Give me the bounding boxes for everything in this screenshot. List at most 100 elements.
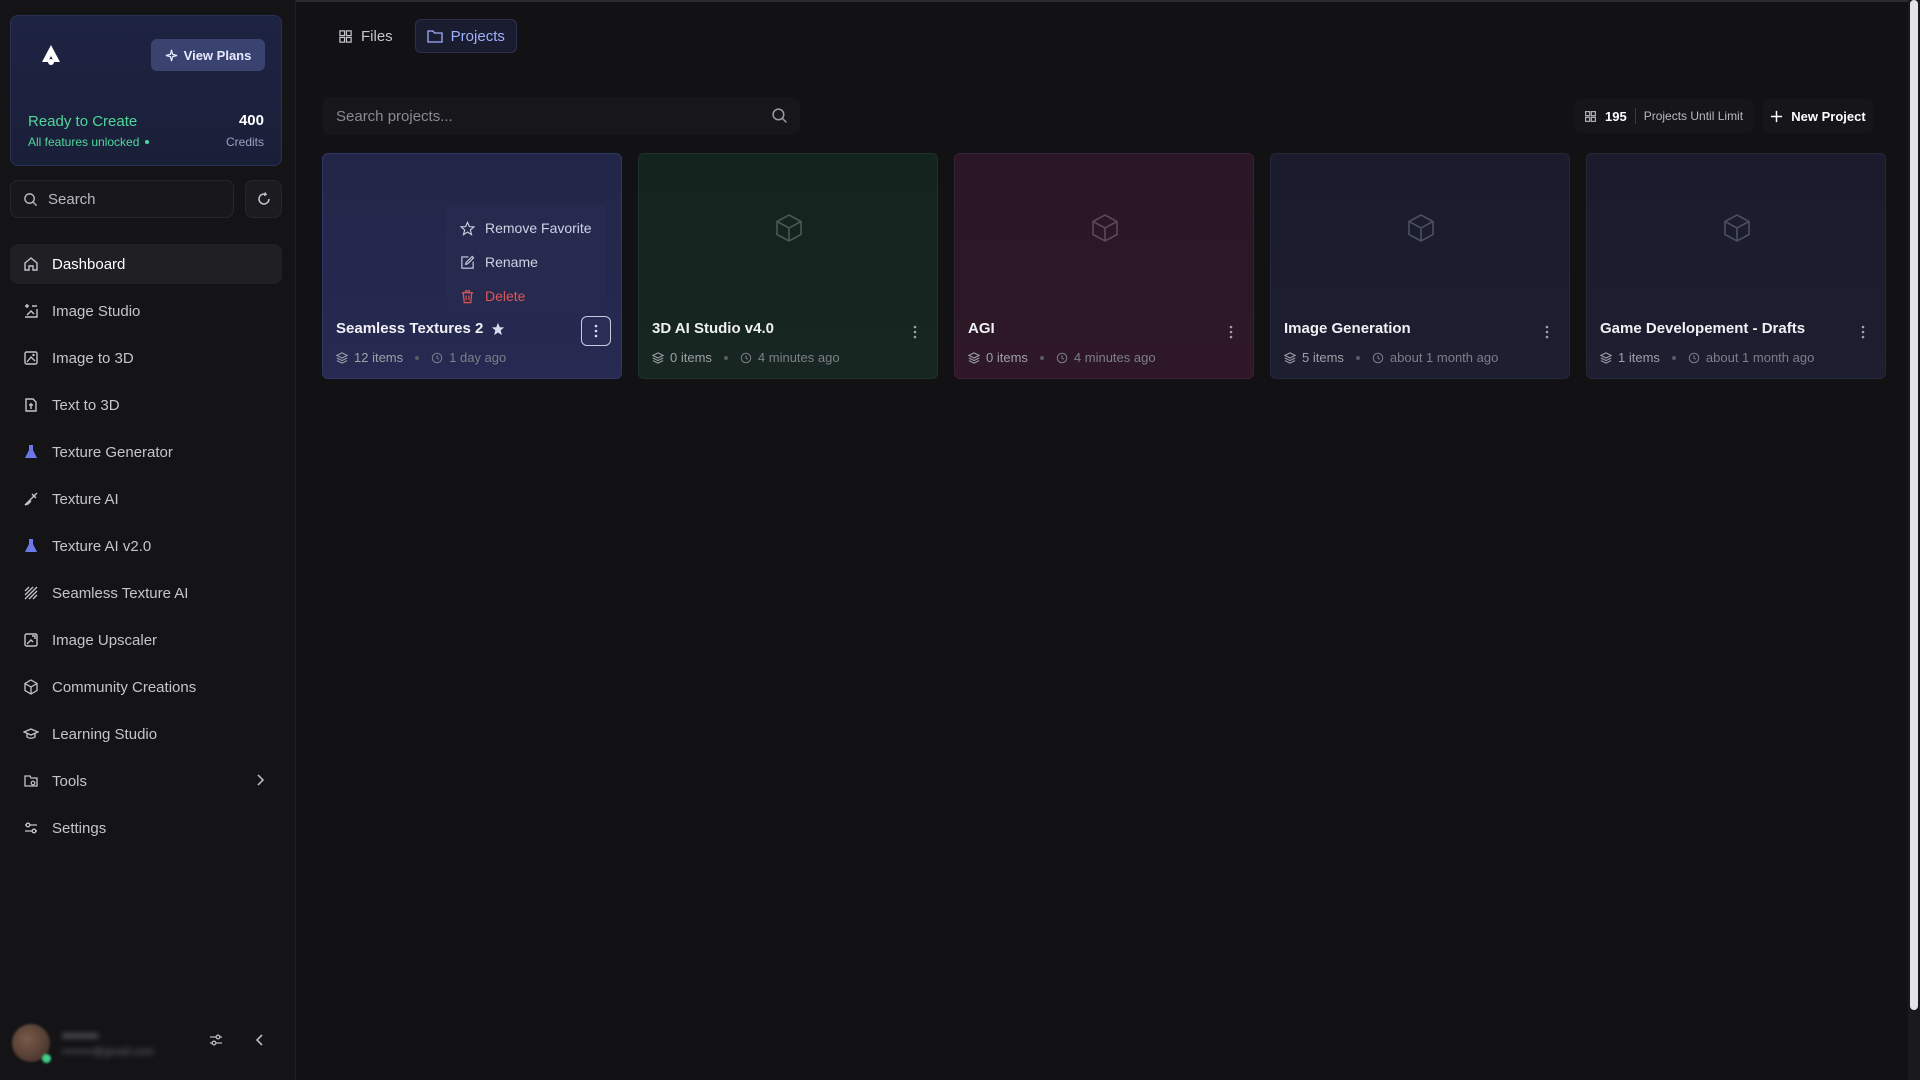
sidebar-item-community-creations[interactable]: Community Creations xyxy=(10,667,282,707)
sliders-icon[interactable] xyxy=(208,1032,224,1048)
project-menu-button[interactable] xyxy=(1533,318,1561,346)
sidebar-item-texture-ai[interactable]: Texture AI xyxy=(10,479,282,519)
sidebar-item-learning-studio[interactable]: Learning Studio xyxy=(10,714,282,754)
project-menu-button[interactable] xyxy=(1217,318,1245,346)
text-to-3d-icon xyxy=(22,396,40,414)
project-title: 3D AI Studio v4.0 xyxy=(652,320,774,337)
sidebar-item-seamless-texture-ai[interactable]: Seamless Texture AI xyxy=(10,573,282,613)
projects-search[interactable] xyxy=(322,97,800,135)
trash-icon xyxy=(461,289,474,303)
avatar[interactable] xyxy=(12,1024,51,1063)
layers-icon xyxy=(968,351,980,364)
more-vertical-icon xyxy=(913,325,917,339)
cube-icon xyxy=(1724,214,1750,242)
separator-dot xyxy=(723,355,728,360)
project-title-text: Seamless Textures 2 xyxy=(336,320,484,337)
project-limit-indicator: 195 Projects Until Limit xyxy=(1574,99,1754,133)
sidebar-item-text-to-3d[interactable]: Text to 3D xyxy=(10,385,282,425)
project-menu-button[interactable] xyxy=(581,316,611,346)
project-card[interactable]: 3D AI Studio v4.0 0 items 4 minutes ago xyxy=(638,153,938,379)
search-icon xyxy=(24,192,38,206)
layers-icon xyxy=(336,351,348,364)
clock-icon xyxy=(431,352,443,363)
credits-label: Credits xyxy=(225,135,264,149)
tab-files[interactable]: Files xyxy=(326,19,405,53)
grid-icon xyxy=(1585,110,1596,122)
sidebar-item-label: Image Upscaler xyxy=(52,631,158,649)
scrollbar-thumb[interactable] xyxy=(1910,0,1918,1010)
sidebar-item-label: Text to 3D xyxy=(52,396,120,414)
new-project-button[interactable]: New Project xyxy=(1763,99,1873,133)
edit-icon xyxy=(461,255,475,269)
online-status-dot xyxy=(42,1054,51,1063)
sidebar-item-label: Image to 3D xyxy=(52,349,134,367)
sidebar: View Plans Ready to Create All features … xyxy=(0,0,296,1080)
project-menu-button[interactable] xyxy=(901,318,929,346)
divider xyxy=(1634,108,1636,124)
sidebar-item-dashboard[interactable]: Dashboard xyxy=(10,244,282,284)
sidebar-item-tools[interactable]: Tools xyxy=(10,761,282,801)
project-menu-button[interactable] xyxy=(1849,318,1877,346)
project-card[interactable]: AGI 0 items 4 minutes ago xyxy=(954,153,1254,379)
view-plans-button[interactable]: View Plans xyxy=(151,39,265,71)
sidebar-item-image-studio[interactable]: Image Studio xyxy=(10,291,282,331)
project-card[interactable]: Game Developement - Drafts 1 items about… xyxy=(1586,153,1886,379)
sidebar-search-input[interactable] xyxy=(48,190,218,208)
grid-icon xyxy=(339,29,352,43)
sidebar-item-image-to-3d[interactable]: Image to 3D xyxy=(10,338,282,378)
sparkle-icon xyxy=(165,49,177,61)
projects-search-input[interactable] xyxy=(336,107,756,125)
project-meta: 12 items 1 day ago xyxy=(336,350,506,365)
more-vertical-icon xyxy=(1861,325,1865,339)
sidebar-nav: Dashboard Image Studio Image to 3D Text … xyxy=(10,244,282,855)
sidebar-item-texture-ai-v2[interactable]: Texture AI v2.0 xyxy=(10,526,282,566)
tab-projects[interactable]: Projects xyxy=(414,19,517,53)
project-updated-time: 4 minutes ago xyxy=(757,350,840,365)
project-updated-time: about 1 month ago xyxy=(1389,350,1499,365)
flask-icon xyxy=(22,537,40,555)
sidebar-item-label: Texture AI v2.0 xyxy=(52,537,152,555)
cube-icon xyxy=(22,678,40,696)
folder-icon xyxy=(427,29,443,43)
separator-dot xyxy=(1355,355,1360,360)
sidebar-item-settings[interactable]: Settings xyxy=(10,808,282,848)
upscale-icon xyxy=(22,631,40,649)
refresh-button[interactable] xyxy=(245,180,282,218)
collapse-sidebar-icon[interactable] xyxy=(254,1032,266,1048)
new-project-label: New Project xyxy=(1791,108,1866,124)
user-profile[interactable]: •••••••• ••••••••@gmail.com xyxy=(12,1022,284,1066)
sliders-icon xyxy=(22,819,40,837)
star-filled-icon[interactable] xyxy=(491,322,505,336)
project-context-menu: Remove Favorite Rename Delete xyxy=(446,205,606,313)
sidebar-item-image-upscaler[interactable]: Image Upscaler xyxy=(10,620,282,660)
project-updated-time: 4 minutes ago xyxy=(1073,350,1156,365)
cube-icon xyxy=(1408,214,1434,242)
graduation-cap-icon xyxy=(22,725,40,743)
refresh-icon xyxy=(257,192,270,205)
project-title-text: Image Generation xyxy=(1284,320,1411,337)
layers-icon xyxy=(652,351,664,364)
menu-item-delete[interactable]: Delete xyxy=(446,279,606,313)
sidebar-item-label: Texture AI xyxy=(52,490,119,508)
sidebar-item-texture-generator[interactable]: Texture Generator xyxy=(10,432,282,472)
project-card[interactable]: Image Generation 5 items about 1 month a… xyxy=(1270,153,1570,379)
tab-label: Projects xyxy=(450,27,505,45)
more-vertical-icon xyxy=(1545,325,1549,339)
project-updated-time: about 1 month ago xyxy=(1705,350,1815,365)
chevron-right-icon xyxy=(257,774,265,786)
clock-icon xyxy=(740,352,752,363)
separator-dot xyxy=(1671,355,1676,360)
menu-item-rename[interactable]: Rename xyxy=(446,245,606,279)
image-to-3d-icon xyxy=(22,349,40,367)
app-logo-icon[interactable] xyxy=(37,42,65,70)
star-icon xyxy=(460,220,475,236)
menu-item-remove-favorite[interactable]: Remove Favorite xyxy=(446,211,606,245)
sidebar-item-label: Dashboard xyxy=(52,255,126,273)
brush-icon xyxy=(22,490,40,508)
clock-icon xyxy=(1688,352,1700,363)
project-item-count: 5 items xyxy=(1302,350,1344,365)
project-limit-value: 195 xyxy=(1605,108,1627,124)
sidebar-search[interactable] xyxy=(10,180,234,218)
project-title: Image Generation xyxy=(1284,320,1411,337)
tab-label: Files xyxy=(361,27,393,45)
